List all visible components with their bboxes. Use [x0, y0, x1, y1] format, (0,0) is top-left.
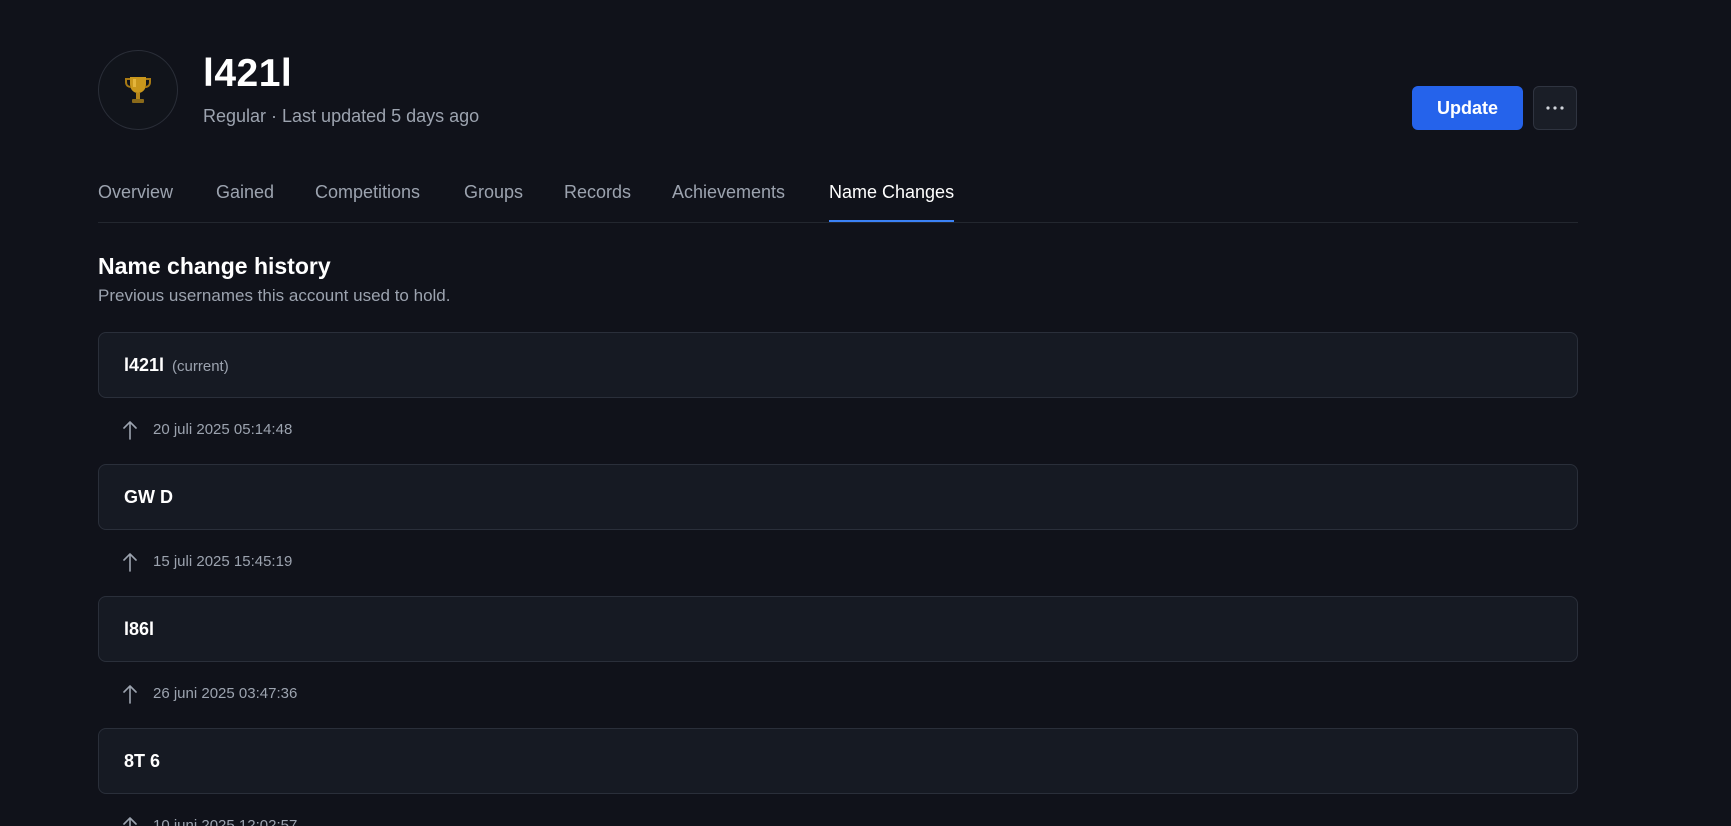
username: 8T 6 [124, 751, 161, 771]
name-wrapper: l421l (current) [124, 355, 229, 376]
change-date: 15 juli 2025 15:45:19 [153, 553, 293, 570]
update-button[interactable]: Update [1412, 86, 1523, 130]
tab-groups[interactable]: Groups [464, 182, 523, 220]
more-options-button[interactable] [1533, 86, 1577, 130]
arrow-up-icon [123, 685, 137, 704]
change-date-row: 20 juli 2025 05:14:48 [122, 419, 522, 443]
change-date-row: 26 juni 2025 03:47:36 [122, 683, 522, 707]
player-header: l421l Regular · Last updated 5 days ago … [98, 50, 1578, 132]
change-date: 20 juli 2025 05:14:48 [153, 421, 293, 438]
trophy-icon [125, 77, 151, 103]
arrow-up-icon [123, 553, 137, 572]
tab-records[interactable]: Records [564, 182, 631, 220]
arrow-up-icon [123, 817, 137, 826]
username: GW D [124, 487, 173, 507]
tab-overview[interactable]: Overview [98, 182, 173, 220]
player-page: l421l Regular · Last updated 5 days ago … [0, 0, 1731, 826]
section-title: Name change history [98, 253, 331, 279]
name-card-current: l421l (current) [98, 332, 1578, 398]
name-card: GW D [98, 464, 1578, 530]
change-date: 26 juni 2025 03:47:36 [153, 685, 298, 702]
change-date-row: 10 juni 2025 12:02:57 [122, 815, 522, 826]
tab-achievements[interactable]: Achievements [672, 182, 785, 220]
name-card: 8T 6 [98, 728, 1578, 794]
name-card: l86l [98, 596, 1578, 662]
section-subtitle: Previous usernames this account used to … [98, 286, 451, 305]
tab-competitions[interactable]: Competitions [315, 182, 420, 220]
tab-gained[interactable]: Gained [216, 182, 274, 220]
change-date-row: 15 juli 2025 15:45:19 [122, 551, 522, 575]
ellipsis-icon [1546, 106, 1564, 110]
tab-bar: Overview Gained Competitions Groups Reco… [98, 168, 1578, 223]
avatar [98, 50, 178, 130]
username: l86l [124, 619, 155, 639]
player-name: l421l [203, 52, 293, 95]
current-tag: (current) [172, 358, 229, 375]
change-date: 10 juni 2025 12:02:57 [153, 817, 298, 826]
username: l421l [124, 355, 165, 375]
arrow-up-icon [123, 421, 137, 440]
player-meta: Regular · Last updated 5 days ago [203, 106, 480, 126]
tab-name-changes[interactable]: Name Changes [829, 182, 955, 222]
